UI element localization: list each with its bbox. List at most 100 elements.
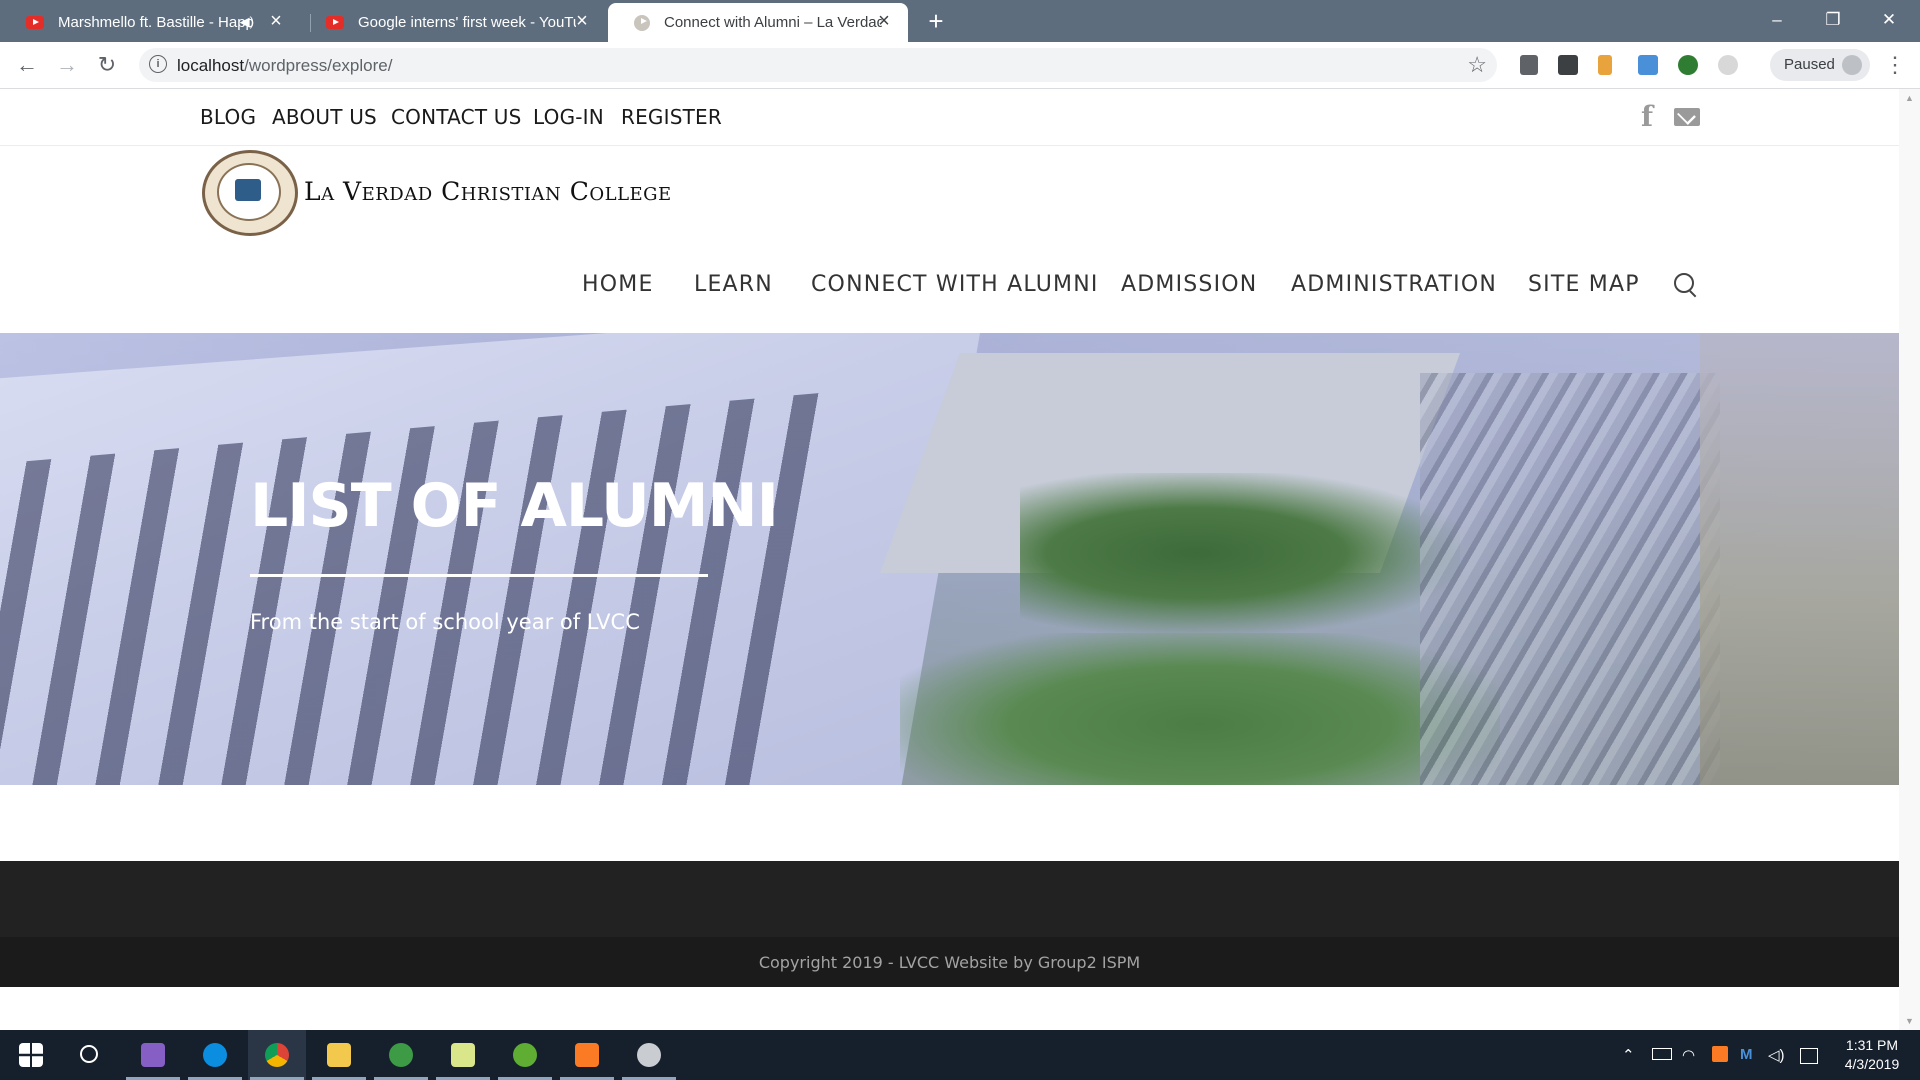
battery-icon[interactable] [1652,1048,1672,1060]
trees-image [1020,473,1460,633]
globe-icon [389,1043,413,1067]
nav-link-about[interactable]: ABOUT US [272,105,377,129]
chrome-icon [265,1043,289,1067]
search-icon [80,1045,98,1063]
xampp-icon [575,1043,599,1067]
search-icon[interactable] [1674,273,1694,293]
site-title[interactable]: La Verdad Christian College [304,177,672,206]
field-image [1700,333,1899,785]
utorrent-icon [513,1043,537,1067]
minimize-button[interactable]: – [1754,4,1800,36]
main-nav-home[interactable]: HOME [582,272,654,297]
web-page: BLOG ABOUT US CONTACT US LOG-IN REGISTER… [0,89,1899,1030]
scroll-up-icon[interactable]: ▲ [1905,93,1914,103]
address-bar[interactable]: i localhost/wordpress/explore/ ☆ [139,48,1497,82]
clock-date: 4/3/2019 [1844,1056,1900,1072]
main-nav-site-map[interactable]: SITE MAP [1528,272,1640,297]
restore-button[interactable]: ❐ [1810,4,1856,36]
taskbar-app-chrome[interactable] [248,1030,306,1080]
extension-icon[interactable] [1598,55,1612,75]
taskbar-app-folder[interactable] [434,1030,492,1080]
start-button[interactable] [2,1030,60,1080]
trees-image [900,633,1500,785]
taskbar-app-tool[interactable] [620,1030,678,1080]
nav-link-register[interactable]: REGISTER [621,105,722,129]
menu-dots-icon[interactable]: ⋮ [1884,52,1906,78]
taskbar-app-browser[interactable] [372,1030,430,1080]
taskbar-app-xampp[interactable] [558,1030,616,1080]
system-clock[interactable]: 1:31 PM 4/3/2019 [1832,1036,1912,1074]
email-icon[interactable] [1674,108,1700,126]
taskbar-app-visual-studio[interactable] [124,1030,182,1080]
audio-playing-icon[interactable]: ◀) [240,14,254,30]
close-tab-icon[interactable]: × [874,11,894,31]
taskbar-app-file-explorer[interactable] [310,1030,368,1080]
folder-icon [327,1043,351,1067]
taskbar-app-utorrent[interactable] [496,1030,554,1080]
copyright-text: Copyright 2019 - LVCC Website by Group2 … [758,953,1141,972]
hero-title: LIST OF ALUMNI [250,471,779,541]
url-text[interactable]: localhost/wordpress/explore/ [177,56,392,76]
clock-time: 1:31 PM [1845,1037,1899,1053]
wifi-icon[interactable]: ◠ [1682,1046,1695,1064]
browser-tab-active[interactable]: Connect with Alumni – La Verdad × [608,3,908,42]
site-info-icon[interactable]: i [149,55,167,73]
nav-link-contact[interactable]: CONTACT US [391,105,522,129]
extension-icon[interactable] [1638,55,1658,75]
avatar-icon [1842,55,1862,75]
extension-icon[interactable] [1718,55,1738,75]
new-tab-button[interactable]: + [922,7,950,35]
taskbar-search-button[interactable] [60,1030,118,1080]
nav-link-login[interactable]: LOG-IN [533,105,604,129]
parking-lot-image [1420,373,1720,785]
profile-status: Paused [1784,56,1835,73]
extension-icon[interactable] [1678,55,1698,75]
messenger-icon [203,1043,227,1067]
scroll-down-icon[interactable]: ▼ [1905,1016,1914,1026]
url-host: localhost [177,56,245,75]
extension-icon[interactable] [1558,55,1578,75]
xampp-tray-icon[interactable] [1712,1046,1728,1062]
reload-button[interactable]: ↻ [92,50,122,80]
hero-divider [250,574,708,577]
folder-icon [451,1043,475,1067]
back-button[interactable]: ← [12,50,42,80]
footer-bottom: Copyright 2019 - LVCC Website by Group2 … [0,937,1899,987]
main-nav-learn[interactable]: LEARN [694,272,773,297]
windows-logo-icon [19,1043,43,1067]
bookmark-star-icon[interactable]: ☆ [1467,52,1487,78]
close-tab-icon[interactable]: × [572,11,592,31]
volume-icon[interactable]: ◁) [1768,1046,1785,1064]
facebook-icon[interactable]: f [1641,100,1653,133]
main-nav-administration[interactable]: ADMINISTRATION [1291,272,1497,297]
site-favicon-icon [634,14,650,31]
close-window-button[interactable]: ✕ [1866,4,1912,36]
tab-title: Google interns' first week - YouTu [358,14,576,31]
main-nav-connect-alumni[interactable]: CONNECT WITH ALUMNI [811,272,1099,297]
youtube-icon [326,16,344,29]
close-tab-icon[interactable]: × [266,11,286,31]
app-icon [637,1043,661,1067]
visual-studio-icon [141,1043,165,1067]
browser-tab[interactable]: Google interns' first week - YouTu × [300,3,606,42]
main-nav-admission[interactable]: ADMISSION [1121,272,1257,297]
nav-link-blog[interactable]: BLOG [200,105,256,129]
college-seal-logo[interactable] [202,150,298,236]
profile-button[interactable]: Paused [1770,49,1870,81]
hero-subtitle: From the start of school year of LVCC [250,610,640,634]
youtube-icon [26,16,44,29]
top-bar: BLOG ABOUT US CONTACT US LOG-IN REGISTER… [0,89,1899,146]
forward-button[interactable]: → [52,50,82,80]
hero-banner: LIST OF ALUMNI From the start of school … [0,333,1899,785]
tray-app-icon[interactable]: M [1740,1046,1753,1063]
tab-title: Connect with Alumni – La Verdad [664,14,882,31]
show-hidden-icons[interactable]: ⌃ [1622,1046,1635,1064]
notifications-icon[interactable] [1800,1048,1818,1064]
windows-taskbar: ⌃ ◠ M ◁) 1:31 PM 4/3/2019 [0,1030,1920,1080]
footer-widgets [0,861,1899,937]
extension-icon[interactable] [1520,55,1538,75]
taskbar-app-messenger[interactable] [186,1030,244,1080]
page-scrollbar[interactable]: ▲ ▼ [1899,89,1920,1030]
url-path: /wordpress/explore/ [244,56,393,75]
browser-tab[interactable]: Marshmello ft. Bastille - Happ ◀) × [0,3,300,42]
